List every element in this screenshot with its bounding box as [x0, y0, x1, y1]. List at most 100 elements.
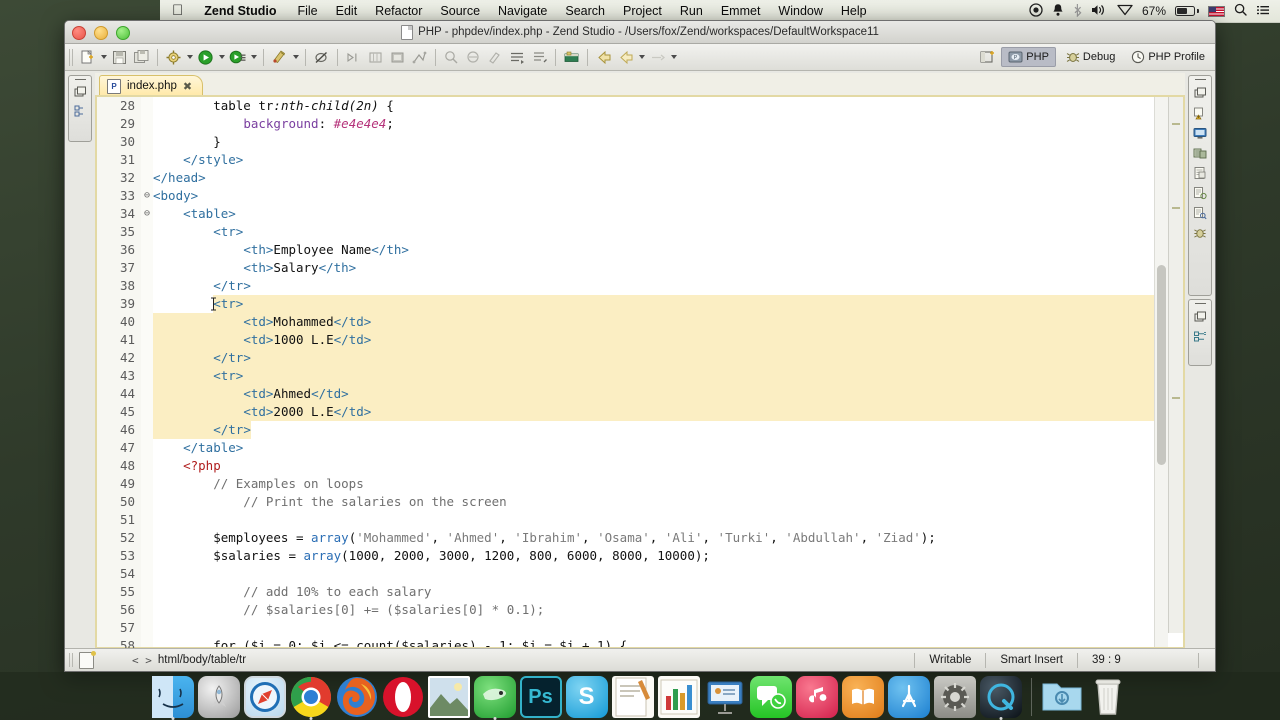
menu-item-file[interactable]: File [288, 4, 326, 18]
menu-item-search[interactable]: Search [556, 4, 614, 18]
menu-item-source[interactable]: Source [431, 4, 489, 18]
restore-left-dock-icon[interactable] [74, 79, 86, 80]
menu-item-emmet[interactable]: Emmet [712, 4, 770, 18]
menu-item-window[interactable]: Window [769, 4, 831, 18]
dock-item-sublime-text[interactable] [473, 676, 516, 720]
save-all-button[interactable] [131, 47, 152, 68]
editor-vertical-scrollbar[interactable] [1154, 97, 1168, 647]
save-button[interactable] [109, 47, 130, 68]
history-dropdown-arrow[interactable] [669, 47, 678, 68]
profile-dropdown-arrow[interactable] [291, 47, 300, 68]
apple-logo-icon[interactable]:  [166, 3, 195, 20]
selection-mode-icon[interactable] [79, 650, 96, 669]
dock-item-opera[interactable] [382, 676, 424, 718]
code-line[interactable]: </tr> [153, 277, 1155, 295]
perspective-php[interactable]: P PHP [1001, 46, 1056, 67]
code-line[interactable]: </style> [153, 151, 1155, 169]
status-resize-grip[interactable] [1198, 652, 1215, 668]
code-line[interactable]: <td>Ahmed</td> [153, 385, 1155, 403]
close-window-button[interactable] [72, 26, 86, 40]
us-flag-icon[interactable] [1208, 5, 1225, 17]
menu-item-edit[interactable]: Edit [327, 4, 367, 18]
breadcrumb[interactable]: < > html/body/table/tr [132, 654, 246, 667]
dock-item-skype[interactable]: S [565, 676, 608, 718]
dock-item-numbers[interactable] [657, 676, 700, 718]
code-line[interactable]: </tr> [153, 349, 1155, 367]
menu-item-refactor[interactable]: Refactor [366, 4, 431, 18]
editor-tab-index-php[interactable]: P index.php ✖ [99, 75, 204, 96]
wifi-icon[interactable] [1117, 3, 1133, 19]
code-line[interactable]: <th>Employee Name</th> [153, 241, 1155, 259]
dock-item-chrome[interactable] [290, 676, 332, 720]
code-line[interactable]: $salaries = array(1000, 2000, 3000, 1200… [153, 547, 1155, 565]
new-file-dropdown-arrow[interactable] [99, 47, 108, 68]
dock-item-messages[interactable] [749, 676, 792, 718]
bell-icon[interactable] [1052, 3, 1064, 20]
build-button[interactable] [163, 47, 184, 68]
spotlight-search-icon[interactable] [1234, 3, 1247, 20]
previous-annotation-button[interactable] [529, 47, 550, 68]
code-line[interactable]: $employees = array('Mohammed', 'Ahmed', … [153, 529, 1155, 547]
step-over-button[interactable] [365, 47, 386, 68]
code-line[interactable]: <td>2000 L.E</td> [153, 403, 1155, 421]
menu-item-run[interactable]: Run [671, 4, 712, 18]
open-perspective-button[interactable] [976, 46, 997, 67]
fold-toggle[interactable]: ⊖ [141, 205, 153, 223]
code-line[interactable]: // Examples on loops [153, 475, 1155, 493]
code-line[interactable]: </tr> [153, 421, 1155, 439]
menu-item-navigate[interactable]: Navigate [489, 4, 556, 18]
close-icon[interactable]: ✖ [183, 80, 192, 93]
restore-view-icon[interactable] [1193, 86, 1207, 100]
code-line[interactable]: // Print the salaries on the screen [153, 493, 1155, 511]
console-view-icon[interactable] [1193, 126, 1207, 140]
code-line[interactable]: <tr> [153, 223, 1155, 241]
dock-item-itunes[interactable] [795, 676, 838, 718]
menu-item-project[interactable]: Project [614, 4, 671, 18]
menu-item-zend-studio[interactable]: Zend Studio [195, 4, 288, 18]
run-button[interactable] [195, 47, 216, 68]
back-button[interactable] [593, 47, 614, 68]
volume-icon[interactable] [1091, 3, 1108, 20]
servers-view-icon[interactable] [1193, 146, 1207, 160]
dock-item-app-store[interactable] [887, 676, 930, 718]
debug-dropdown-arrow[interactable] [249, 47, 258, 68]
battery-icon[interactable] [1175, 6, 1199, 16]
bluetooth-icon[interactable] [1073, 3, 1082, 20]
code-line[interactable]: table tr:nth-child(2n) { [153, 97, 1155, 115]
debug-button[interactable] [227, 47, 248, 68]
code-line[interactable]: // $salaries[0] += ($salaries[0] * 0.1); [153, 601, 1155, 619]
toggle-breakpoint-button[interactable] [311, 47, 332, 68]
bookmark-button[interactable] [561, 47, 582, 68]
open-type-button[interactable] [441, 47, 462, 68]
fold-toggle[interactable]: ⊖ [141, 187, 153, 205]
overview-ruler[interactable] [1168, 97, 1183, 633]
code-line[interactable]: <th>Salary</th> [153, 259, 1155, 277]
record-icon[interactable] [1029, 2, 1043, 20]
code-line[interactable]: </table> [153, 439, 1155, 457]
dock-item-photoshop[interactable]: Ps [519, 676, 562, 718]
code-line[interactable] [153, 511, 1155, 529]
back-dropdown-arrow[interactable] [637, 47, 646, 68]
notification-center-icon[interactable] [1256, 3, 1270, 20]
dock-item-ibooks[interactable] [841, 676, 884, 718]
dock-item-downloads-folder[interactable] [1041, 676, 1083, 718]
scrollbar-thumb[interactable] [1157, 265, 1166, 465]
next-annotation-button[interactable] [507, 47, 528, 68]
properties-view-icon[interactable] [1193, 186, 1207, 200]
dock-item-system-preferences[interactable] [933, 676, 976, 718]
restore-right-dock-icon[interactable] [1194, 79, 1206, 80]
dock-item-firefox[interactable] [336, 676, 378, 718]
restore-right-dock-bottom-icon[interactable] [1194, 303, 1206, 304]
dock-item-pages[interactable] [611, 676, 654, 718]
dock-item-keynote[interactable] [704, 676, 746, 718]
dock-item-finder[interactable] [151, 676, 194, 720]
perspective-php-profile[interactable]: PHP Profile [1125, 48, 1211, 66]
step-into-button[interactable] [343, 47, 364, 68]
search-button[interactable] [463, 47, 484, 68]
code-line[interactable]: <td>Mohammed</td> [153, 313, 1155, 331]
code-line[interactable]: background: #e4e4e4; [153, 115, 1155, 133]
forward-button[interactable] [615, 47, 636, 68]
history-button[interactable] [647, 47, 668, 68]
minimize-window-button[interactable] [94, 26, 108, 40]
code-text-area[interactable]: table tr:nth-child(2n) { background: #e4… [153, 97, 1155, 647]
